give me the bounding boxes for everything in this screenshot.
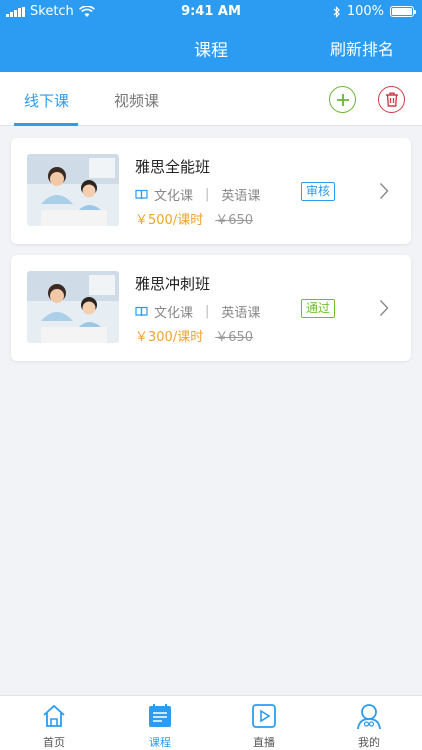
price-row: ￥300/课时 ￥650	[135, 326, 253, 345]
status-right: 100%	[333, 4, 416, 19]
course-price: ￥300/课时	[135, 330, 204, 345]
course-title: 雅思冲刺班	[135, 275, 211, 293]
meta-divider: |	[205, 187, 210, 202]
profile-icon	[357, 704, 381, 730]
course-subject: 英语课	[221, 306, 261, 321]
battery-icon	[390, 6, 416, 17]
course-icon	[149, 704, 171, 727]
status-badge: 通过	[301, 299, 336, 318]
course-meta: 文化课 | 英语课	[135, 185, 260, 204]
bottom-tab-bar: 首页 课程 直播 我的	[0, 695, 422, 750]
delete-course-button[interactable]	[378, 86, 405, 113]
add-course-button[interactable]	[329, 86, 356, 113]
course-card[interactable]: 雅思全能班 文化课 | 英语课 审核 ￥500/课时 ￥650	[11, 138, 411, 244]
bottom-tab-live[interactable]: 直播	[234, 702, 294, 750]
bluetooth-icon	[333, 5, 340, 18]
app-header: Sketch 9:41 AM 100% 课程 刷新排名	[0, 0, 422, 72]
book-icon	[135, 189, 148, 200]
bottom-tab-label: 直播	[253, 736, 275, 749]
refresh-ranking-button[interactable]: 刷新排名	[330, 36, 394, 60]
course-original-price: ￥650	[215, 330, 254, 345]
course-title: 雅思全能班	[135, 158, 211, 176]
chevron-right-icon	[379, 300, 389, 316]
bottom-tab-label: 课程	[149, 736, 171, 749]
trash-icon	[385, 92, 398, 107]
course-meta: 文化课 | 英语课	[135, 302, 260, 321]
book-icon	[135, 306, 148, 317]
chevron-right-icon	[379, 183, 389, 199]
bottom-tab-label: 我的	[358, 736, 380, 749]
home-icon	[43, 704, 65, 727]
course-thumbnail	[27, 154, 119, 226]
tab-offline-course[interactable]: 线下课	[24, 90, 69, 111]
active-tab-indicator	[14, 123, 78, 126]
meta-divider: |	[205, 304, 210, 319]
status-badge: 审核	[301, 182, 336, 201]
tab-bar: 线下课 视频课	[0, 72, 422, 126]
bottom-tab-course[interactable]: 课程	[130, 702, 190, 750]
live-play-icon	[252, 704, 276, 728]
course-original-price: ￥650	[215, 213, 254, 228]
course-thumbnail	[27, 271, 119, 343]
course-subject: 英语课	[221, 189, 261, 204]
tab-video-course[interactable]: 视频课	[114, 90, 159, 111]
bottom-tab-home[interactable]: 首页	[24, 702, 84, 750]
course-category: 文化课	[154, 306, 194, 321]
bottom-tab-mine[interactable]: 我的	[339, 702, 399, 750]
plus-icon	[336, 93, 349, 106]
price-row: ￥500/课时 ￥650	[135, 209, 253, 228]
course-category: 文化课	[154, 189, 194, 204]
battery-percent: 100%	[346, 4, 384, 19]
course-card[interactable]: 雅思冲刺班 文化课 | 英语课 通过 ￥300/课时 ￥650	[11, 255, 411, 361]
course-price: ￥500/课时	[135, 213, 204, 228]
status-bar: Sketch 9:41 AM 100%	[0, 0, 422, 24]
bottom-tab-label: 首页	[43, 736, 65, 749]
